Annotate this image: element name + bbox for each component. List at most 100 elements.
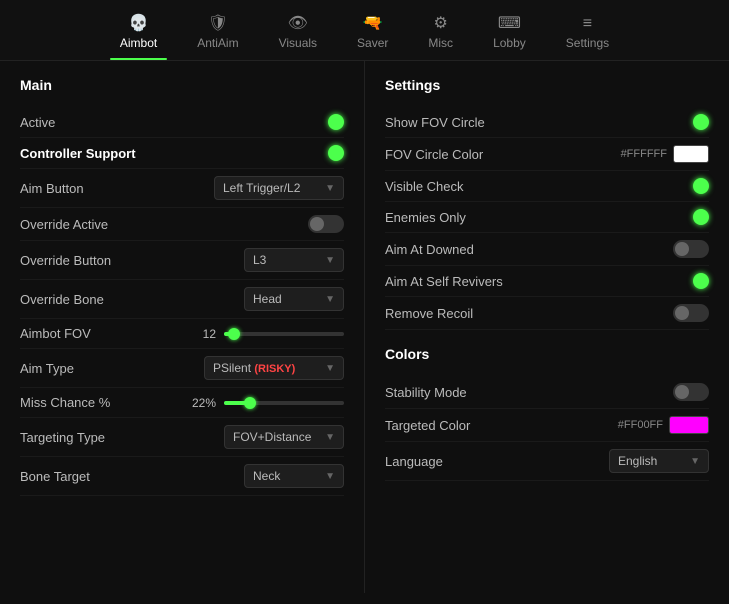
right-panel: Settings Show FOV Circle FOV Circle Colo…	[365, 61, 729, 593]
chevron-down-icon: ▼	[690, 456, 700, 467]
chevron-down-icon: ▼	[325, 294, 335, 305]
risky-badge: (RISKY)	[254, 363, 295, 375]
label-override-active: Override Active	[20, 217, 108, 232]
nav-settings[interactable]: ≡ Settings	[546, 10, 629, 60]
setting-bone-target: Bone Target Neck ▼	[20, 457, 344, 496]
label-miss-chance: Miss Chance %	[20, 395, 110, 410]
aimbot-fov-slider-container: 12	[186, 327, 344, 341]
setting-show-fov-circle: Show FOV Circle	[385, 107, 709, 138]
targeted-color-row: #FF00FF	[618, 416, 709, 434]
nav-visuals[interactable]: 👁 Visuals	[259, 10, 337, 60]
language-value: English	[618, 454, 657, 468]
nav-misc-label: Misc	[428, 36, 453, 50]
label-remove-recoil: Remove Recoil	[385, 306, 473, 321]
label-active: Active	[20, 115, 55, 130]
aimbot-fov-thumb[interactable]	[228, 328, 240, 340]
miss-chance-value: 22%	[186, 396, 216, 410]
label-visible-check: Visible Check	[385, 179, 464, 194]
nav-antiaim-label: AntiAim	[197, 36, 238, 50]
override-bone-value: Head	[253, 292, 282, 306]
setting-aim-type: Aim Type PSilent (RISKY) ▼	[20, 349, 344, 388]
targeted-color-value: #FF00FF	[618, 419, 663, 431]
label-aim-at-downed: Aim At Downed	[385, 242, 474, 257]
setting-enemies-only: Enemies Only	[385, 202, 709, 233]
chevron-down-icon: ▼	[325, 255, 335, 266]
override-active-toggle[interactable]	[308, 215, 344, 233]
label-fov-circle-color: FOV Circle Color	[385, 147, 483, 162]
setting-controller-support: Controller Support	[20, 138, 344, 169]
override-button-value: L3	[253, 253, 266, 267]
nav-lobby[interactable]: ⌨ Lobby	[473, 10, 546, 60]
setting-visible-check: Visible Check	[385, 171, 709, 202]
nav-aimbot[interactable]: 💀 Aimbot	[100, 10, 177, 60]
setting-aim-at-self-revivers: Aim At Self Revivers	[385, 266, 709, 297]
enemies-only-indicator[interactable]	[693, 209, 709, 225]
setting-targeted-color: Targeted Color #FF00FF	[385, 409, 709, 442]
skull-icon: 💀	[129, 16, 149, 32]
fov-circle-color-value: #FFFFFF	[621, 148, 667, 160]
targeting-type-dropdown[interactable]: FOV+Distance ▼	[224, 425, 344, 449]
label-aim-button: Aim Button	[20, 181, 84, 196]
targeted-color-swatch[interactable]	[669, 416, 709, 434]
nav-aimbot-label: Aimbot	[120, 36, 157, 50]
aim-button-value: Left Trigger/L2	[223, 181, 300, 195]
label-aim-at-self-revivers: Aim At Self Revivers	[385, 274, 503, 289]
controller-support-indicator[interactable]	[328, 145, 344, 161]
aimbot-fov-value: 12	[186, 327, 216, 341]
setting-fov-circle-color: FOV Circle Color #FFFFFF	[385, 138, 709, 171]
chevron-down-icon: ▼	[325, 471, 335, 482]
chevron-down-icon: ▼	[325, 432, 335, 443]
right-section1-title: Settings	[385, 77, 709, 93]
left-panel: Main Active Controller Support Aim Butto…	[0, 61, 365, 593]
chevron-down-icon: ▼	[325, 183, 335, 194]
stability-mode-toggle[interactable]	[673, 383, 709, 401]
eye-icon: 👁	[288, 16, 308, 32]
setting-active: Active	[20, 107, 344, 138]
shield-icon: 🛡	[208, 16, 228, 32]
fov-circle-color-row: #FFFFFF	[621, 145, 709, 163]
setting-targeting-type: Targeting Type FOV+Distance ▼	[20, 418, 344, 457]
aimbot-fov-track[interactable]	[224, 332, 344, 336]
aim-type-value: PSilent (RISKY)	[213, 361, 295, 375]
setting-stability-mode: Stability Mode	[385, 376, 709, 409]
miss-chance-track[interactable]	[224, 401, 344, 405]
nav-saver[interactable]: 🔫 Saver	[337, 10, 408, 60]
miss-chance-thumb[interactable]	[244, 397, 256, 409]
aim-type-dropdown[interactable]: PSilent (RISKY) ▼	[204, 356, 344, 380]
setting-miss-chance: Miss Chance % 22%	[20, 388, 344, 418]
main-content: Main Active Controller Support Aim Butto…	[0, 61, 729, 593]
label-override-button: Override Button	[20, 253, 111, 268]
override-bone-dropdown[interactable]: Head ▼	[244, 287, 344, 311]
left-section-title: Main	[20, 77, 344, 93]
label-aim-type: Aim Type	[20, 361, 74, 376]
nav-misc[interactable]: ⚙ Misc	[408, 10, 473, 60]
label-language: Language	[385, 454, 443, 469]
active-indicator[interactable]	[328, 114, 344, 130]
miss-chance-slider-container: 22%	[186, 396, 344, 410]
nav-lobby-label: Lobby	[493, 36, 526, 50]
setting-override-button: Override Button L3 ▼	[20, 241, 344, 280]
remove-recoil-toggle[interactable]	[673, 304, 709, 322]
nav-saver-label: Saver	[357, 36, 388, 50]
aim-button-dropdown[interactable]: Left Trigger/L2 ▼	[214, 176, 344, 200]
aim-at-downed-toggle[interactable]	[673, 240, 709, 258]
override-button-dropdown[interactable]: L3 ▼	[244, 248, 344, 272]
nav-antiaim[interactable]: 🛡 AntiAim	[177, 10, 258, 60]
label-bone-target: Bone Target	[20, 469, 90, 484]
label-enemies-only: Enemies Only	[385, 210, 466, 225]
label-aimbot-fov: Aimbot FOV	[20, 326, 91, 341]
setting-remove-recoil: Remove Recoil	[385, 297, 709, 330]
setting-aimbot-fov: Aimbot FOV 12	[20, 319, 344, 349]
nav-visuals-label: Visuals	[279, 36, 317, 50]
language-dropdown[interactable]: English ▼	[609, 449, 709, 473]
show-fov-circle-indicator[interactable]	[693, 114, 709, 130]
keyboard-icon: ⌨	[498, 16, 521, 32]
right-section2-title: Colors	[385, 346, 709, 362]
visible-check-indicator[interactable]	[693, 178, 709, 194]
bone-target-dropdown[interactable]: Neck ▼	[244, 464, 344, 488]
gun-icon: 🔫	[363, 16, 383, 32]
fov-circle-color-swatch[interactable]	[673, 145, 709, 163]
top-nav: 💀 Aimbot 🛡 AntiAim 👁 Visuals 🔫 Saver ⚙ M…	[0, 0, 729, 61]
aim-at-self-revivers-indicator[interactable]	[693, 273, 709, 289]
label-targeting-type: Targeting Type	[20, 430, 105, 445]
